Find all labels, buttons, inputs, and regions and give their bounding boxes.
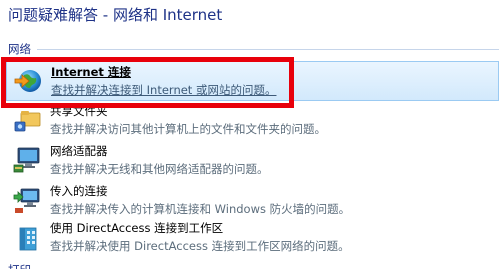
shared-folder-icon [12,105,42,135]
item-description: 查找并解决无线和其他网络适配器的问题。 [50,162,269,176]
item-title[interactable]: 网络适配器 [50,143,108,159]
group-header-printing: 打印 [8,262,31,269]
incoming-connection-icon [12,185,42,215]
network-adapter-icon [12,145,42,175]
group-header-network: 网络 [8,42,31,56]
troubleshooter-incoming-connections[interactable]: 传入的连接 查找并解决传入的计算机连接和 Windows 防火墙的问题。 [6,181,499,221]
directaccess-building-icon [12,222,42,252]
troubleshooter-directaccess[interactable]: 使用 DirectAccess 连接到工作区 查找并解决使用 DirectAcc… [6,218,499,258]
troubleshooter-network-adapter[interactable]: 网络适配器 查找并解决无线和其他网络适配器的问题。 [6,141,499,181]
item-title[interactable]: 传入的连接 [50,183,108,199]
item-description: 查找并解决使用 DirectAccess 连接到工作区网络的问题。 [50,239,350,253]
item-description: 查找并解决传入的计算机连接和 Windows 防火墙的问题。 [50,202,351,216]
group-divider [37,49,499,50]
page-title: 问题疑难解答 - 网络和 Internet [8,6,223,24]
red-highlight-annotation [1,57,294,108]
item-description: 查找并解决访问其他计算机上的文件和文件夹的问题。 [50,122,326,136]
item-title[interactable]: 使用 DirectAccess 连接到工作区 [50,220,223,236]
